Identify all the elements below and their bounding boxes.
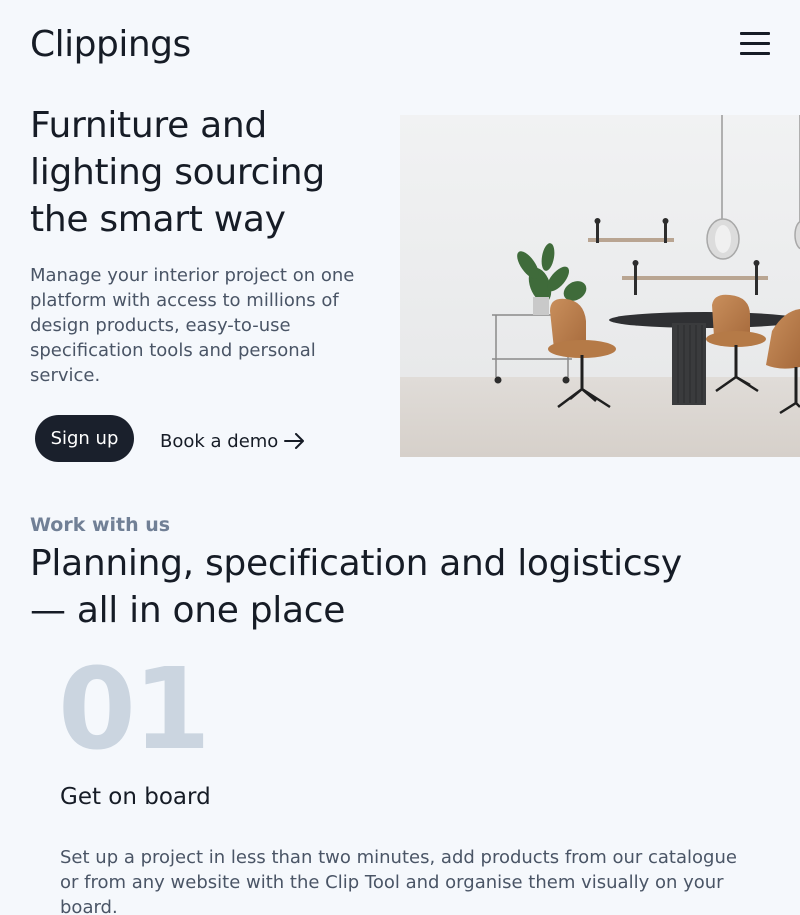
step-title: Get on board: [60, 784, 211, 810]
hero-description: Manage your interior project on one plat…: [30, 265, 355, 386]
section-title: Planning, specification and logisticsy —…: [30, 543, 682, 631]
section-eyebrow: Work with us: [30, 514, 171, 536]
hero-image: [400, 115, 800, 457]
menu-bar: [740, 32, 770, 35]
menu-bar: [740, 42, 770, 45]
logo[interactable]: Clippings: [30, 24, 191, 65]
hero-title: Furniture and lighting sourcing the smar…: [30, 105, 325, 240]
hamburger-menu-icon[interactable]: [738, 30, 772, 56]
book-demo-link[interactable]: Book a demo: [160, 428, 306, 454]
page: Clippings Furniture and lighting sourcin…: [0, 0, 800, 915]
book-demo-label: Book a demo: [160, 430, 279, 452]
step-description: Set up a project in less than two minute…: [60, 847, 737, 915]
arrow-right-icon: [284, 433, 305, 449]
signup-button-label: Sign up: [50, 428, 119, 449]
signup-button[interactable]: Sign up: [35, 415, 134, 462]
step-number: 01: [58, 645, 211, 775]
menu-bar: [740, 52, 770, 55]
dining-room-illustration: [400, 115, 800, 457]
